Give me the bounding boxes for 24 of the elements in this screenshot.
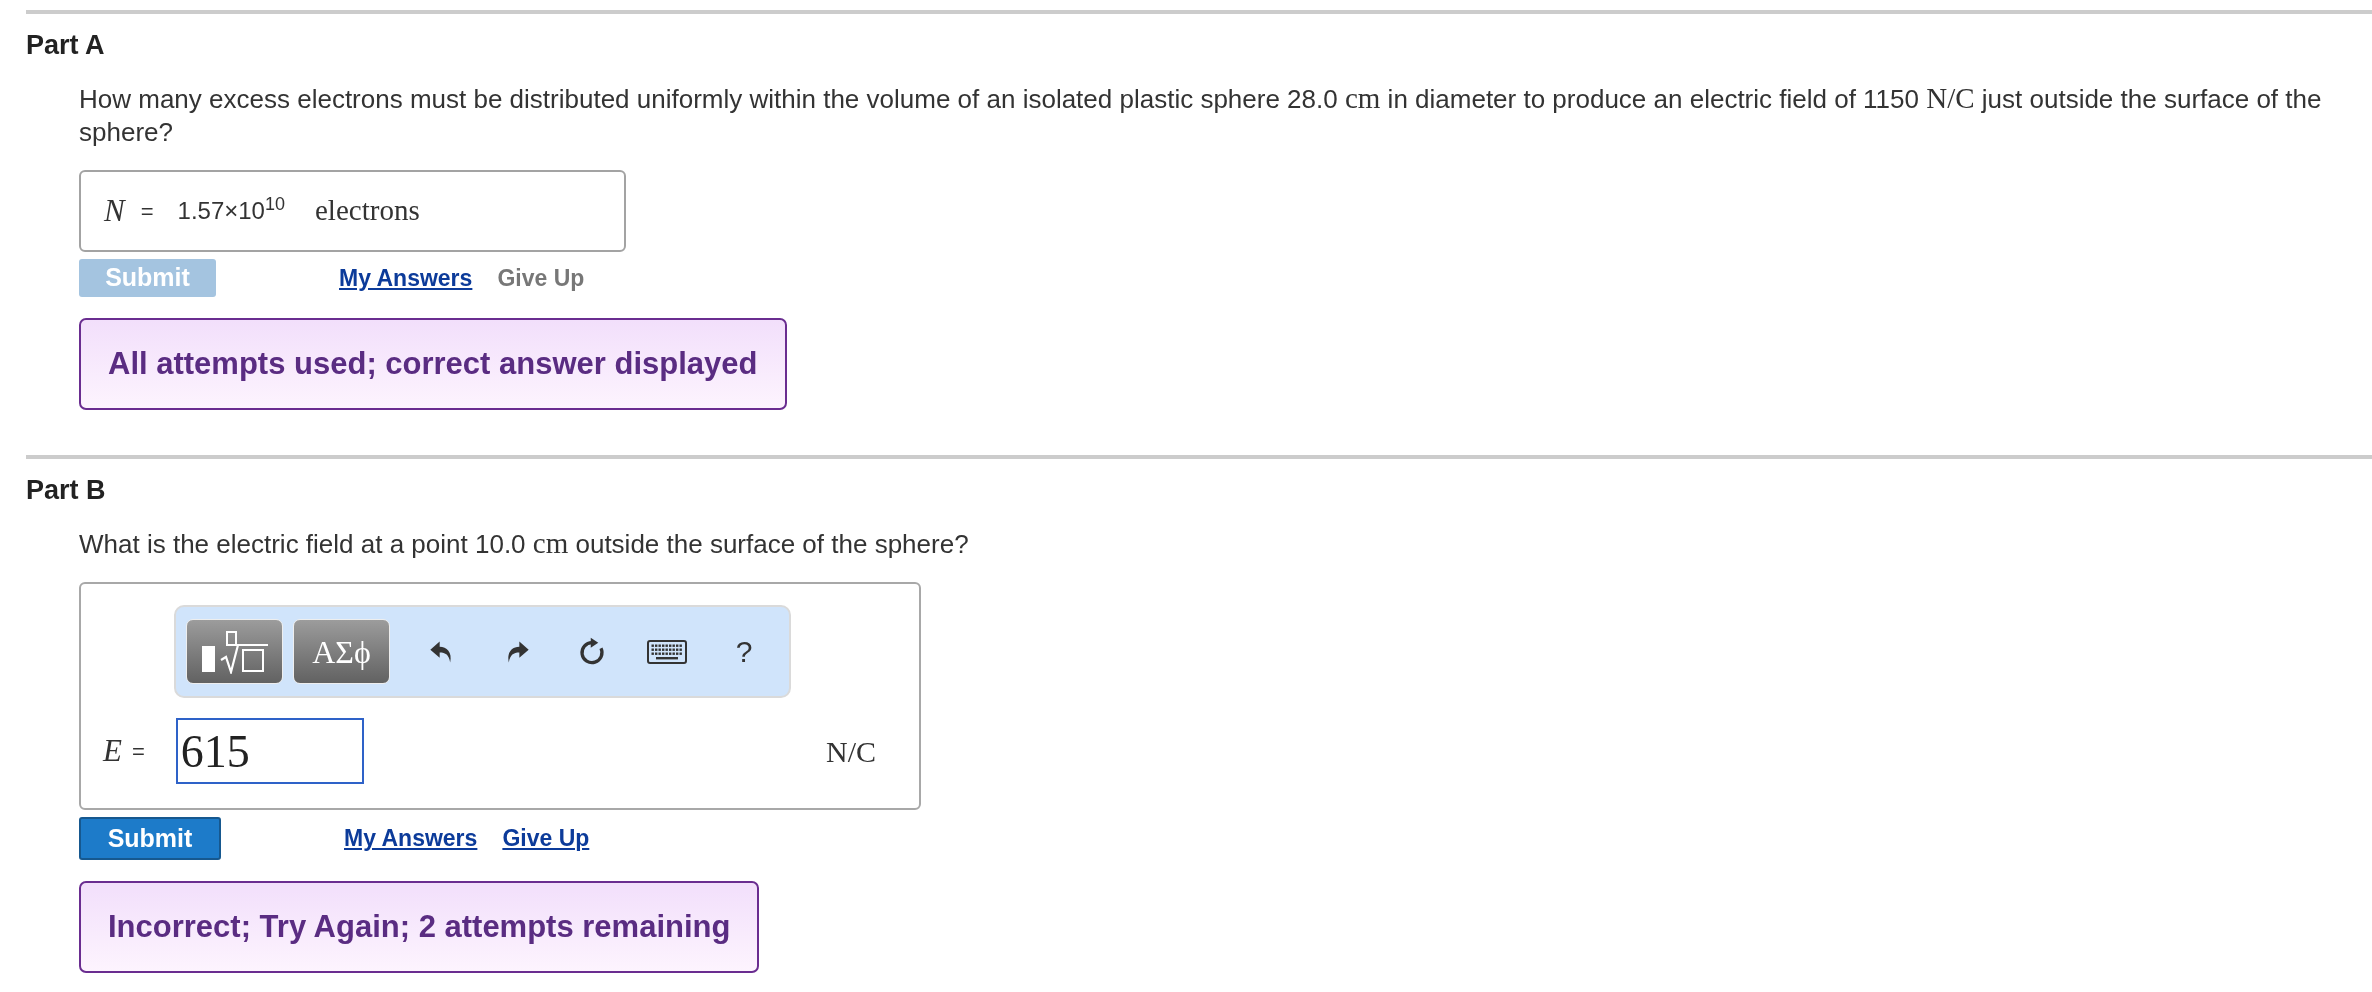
- circular-arrow-icon: [577, 636, 607, 667]
- answer-value: 1.57×10$^{10}$: [177, 193, 285, 226]
- variable-label: N: [104, 191, 125, 230]
- part-title: Part A: [26, 30, 106, 61]
- symbols-button[interactable]: ΑΣϕ: [293, 619, 390, 684]
- link[interactable]: Give Up: [502, 821, 590, 856]
- unit-label: electrons: [315, 193, 420, 229]
- part-title: Part B: [26, 475, 107, 506]
- question-text: What is the electric field at a point 10.0 cm outside the surface of the sphere?: [79, 527, 970, 561]
- link[interactable]: My Answers: [344, 821, 478, 856]
- link[interactable]: My Answers: [339, 260, 473, 296]
- help-button[interactable]: ?: [722, 629, 766, 674]
- equals-sign: =: [140, 197, 154, 226]
- answer-input[interactable]: 615: [175, 718, 364, 784]
- feedback-message: Incorrect; Try Again; 2 attempts remaining: [79, 881, 760, 973]
- root-template-icon: [199, 629, 270, 674]
- templates-button[interactable]: [186, 619, 283, 684]
- question-text: How many excess electrons must be distributed uniformly within the volume of an isolated plastic sphere 28.0 cm in diameter to produce an electric field of 1150 N/C just outside the surface of the sphere?: [79, 82, 2323, 149]
- submit-button[interactable]: Submit: [79, 817, 221, 860]
- unit-label: N/C: [826, 733, 876, 770]
- equals-sign: =: [131, 737, 145, 766]
- variable-label: E: [103, 731, 122, 770]
- feedback-message: All attempts used; correct answer displayed: [79, 318, 787, 410]
- keyboard-icon: [647, 639, 687, 664]
